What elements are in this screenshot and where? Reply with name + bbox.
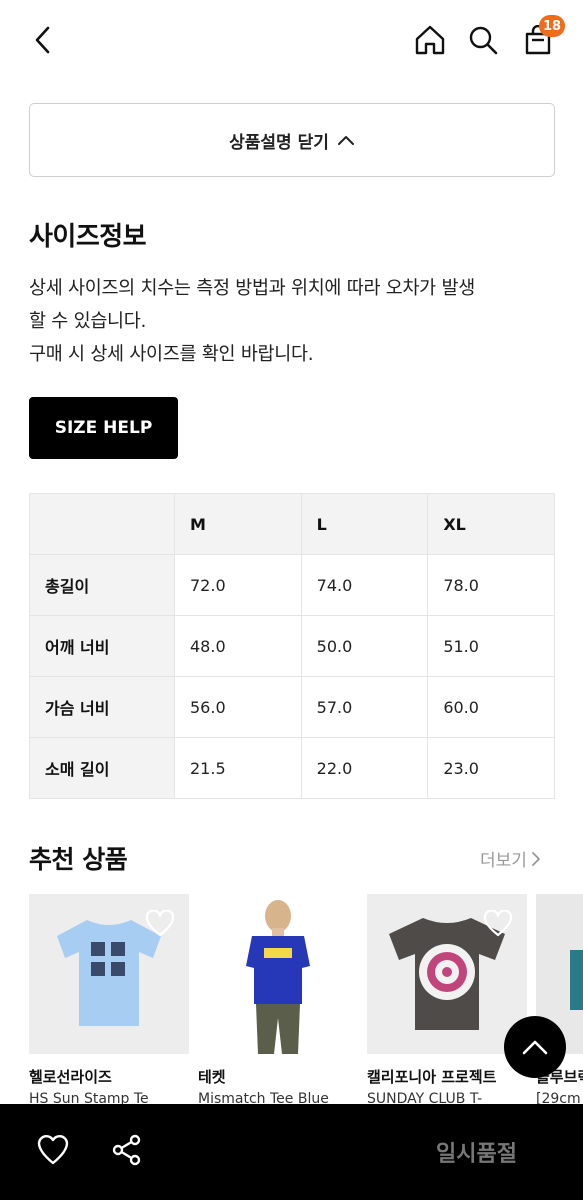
row-label: 소매 길이 (29, 737, 175, 799)
search-icon (469, 26, 498, 55)
home-button[interactable] (410, 20, 450, 60)
product-name: HS Sun Stamp Te (29, 1091, 149, 1104)
close-description-button[interactable]: 상품설명 닫기 (29, 103, 555, 177)
back-button[interactable] (26, 22, 60, 58)
product-name: [29cm (536, 1091, 581, 1104)
product-image[interactable] (367, 894, 527, 1054)
chevron-up-icon (337, 136, 354, 145)
cart-count-badge: 18 (539, 15, 565, 37)
sold-out-status: 일시품절 (436, 1142, 517, 1167)
recommend-title: 추천 상품 (29, 845, 128, 874)
share-button[interactable] (110, 1133, 144, 1167)
table-corner-cell (29, 493, 175, 555)
table-cell: 60.0 (427, 676, 555, 738)
wishlist-button[interactable] (36, 1133, 70, 1167)
chevron-left-icon (35, 26, 50, 54)
description-line: 상세 사이즈의 치수는 측정 방법과 위치에 따라 오차가 발생 (29, 278, 475, 299)
product-brand: 캘리포니아 프로젝트 (367, 1068, 497, 1086)
table-cell: 23.0 (427, 737, 555, 799)
product-card[interactable]: 헬로선라이즈 HS Sun Stamp Te (29, 894, 189, 1104)
size-help-button[interactable]: SIZE HELP (29, 397, 178, 459)
description-line: 구매 시 상세 사이즈를 확인 바랍니다. (29, 344, 314, 365)
home-icon (415, 25, 445, 55)
product-image[interactable] (29, 894, 189, 1054)
product-card[interactable]: 캘리포니아 프로젝트 SUNDAY CLUB T- (367, 894, 527, 1104)
product-name: Mismatch Tee Blue (198, 1091, 329, 1104)
scroll-top-button[interactable] (504, 1016, 566, 1078)
size-table: M L XL 총길이 72.0 74.0 78.0 어깨 너비 48.0 50.… (29, 493, 555, 799)
table-cell: 22.0 (300, 737, 429, 799)
row-label: 가슴 너비 (29, 676, 175, 738)
product-brand: 테켓 (198, 1068, 226, 1086)
more-label: 더보기 (480, 851, 527, 871)
heart-icon[interactable] (483, 910, 513, 938)
table-cell: 48.0 (174, 615, 302, 677)
size-info-description: 상세 사이즈의 치수는 측정 방법과 위치에 따라 오차가 발생 할 수 있습니… (29, 272, 559, 371)
top-nav: 18 (0, 0, 583, 80)
more-link[interactable]: 더보기 (480, 846, 541, 871)
table-cell: 56.0 (174, 676, 302, 738)
table-cell: 51.0 (427, 615, 555, 677)
column-header: XL (427, 493, 555, 555)
product-brand: 헬로선라이즈 (29, 1068, 112, 1086)
table-header-row: M L XL (29, 493, 555, 555)
column-header: L (300, 493, 429, 555)
share-icon (112, 1134, 141, 1166)
product-name: SUNDAY CLUB T- (367, 1091, 483, 1104)
table-cell: 78.0 (427, 554, 555, 616)
close-description-label: 상품설명 닫기 (229, 132, 329, 153)
table-row: 어깨 너비 48.0 50.0 51.0 (29, 615, 555, 677)
table-row: 소매 길이 21.5 22.0 23.0 (29, 737, 555, 799)
table-cell: 21.5 (174, 737, 302, 799)
heart-icon (37, 1135, 69, 1165)
table-row: 총길이 72.0 74.0 78.0 (29, 554, 555, 616)
row-label: 어깨 너비 (29, 615, 175, 677)
table-cell: 74.0 (300, 554, 429, 616)
search-button[interactable] (463, 20, 503, 60)
row-label: 총길이 (29, 554, 175, 616)
chevron-up-icon (522, 1040, 548, 1055)
table-row: 가슴 너비 56.0 57.0 60.0 (29, 676, 555, 738)
column-header: M (174, 493, 302, 555)
heart-icon[interactable] (145, 910, 175, 938)
description-line: 할 수 있습니다. (29, 311, 147, 332)
product-card[interactable]: 테켓 Mismatch Tee Blue (198, 894, 358, 1104)
chevron-right-icon (532, 851, 540, 866)
size-info-title: 사이즈정보 (29, 222, 147, 252)
table-cell: 57.0 (300, 676, 429, 738)
product-carousel[interactable]: 헬로선라이즈 HS Sun Stamp Te 테켓 Mismatch Tee B… (29, 894, 583, 1104)
product-image[interactable] (198, 894, 358, 1054)
heart-icon[interactable] (314, 910, 344, 938)
table-cell: 72.0 (174, 554, 302, 616)
table-cell: 50.0 (300, 615, 429, 677)
